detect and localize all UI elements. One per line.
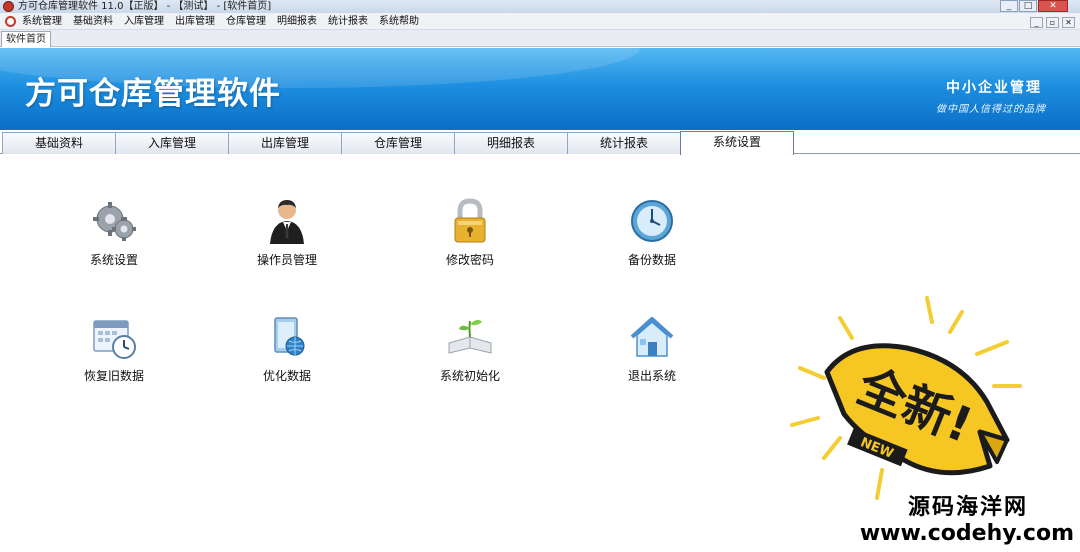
tab-stat-report[interactable]: 统计报表	[567, 132, 681, 154]
app-brand-title: 方可仓库管理软件	[25, 76, 281, 112]
tab-inbound[interactable]: 入库管理	[115, 132, 229, 154]
change-password-button[interactable]: 修改密码	[410, 197, 530, 268]
doc-tab-home[interactable]: 软件首页	[1, 31, 51, 47]
close-button[interactable]: ✕	[1038, 0, 1068, 12]
menu-outbound[interactable]: 出库管理	[175, 13, 215, 30]
menu-bar: 系统管理 基础资料 入库管理 出库管理 仓库管理 明细报表 统计报表 系统帮助	[0, 13, 1080, 30]
tab-warehouse[interactable]: 仓库管理	[341, 132, 455, 154]
mdi-restore-button[interactable]: ▫	[1046, 17, 1059, 28]
window-title: 方可仓库管理软件 11.0【正版】 - 【测试】 - [软件首页]	[18, 1, 272, 12]
menu-detail-report[interactable]: 明细报表	[277, 13, 317, 30]
backup-data-button[interactable]: 备份数据	[592, 197, 712, 268]
document-globe-icon	[274, 317, 305, 356]
banner-sub-slogan: 做中国人信得过的品牌	[936, 104, 1046, 115]
site-watermark: 源码海洋网 www.codehy.com	[860, 489, 1074, 546]
operator-management-button[interactable]: 操作员管理	[227, 197, 347, 268]
minimize-button[interactable]: _	[1000, 0, 1018, 12]
optimize-data-label: 优化数据	[262, 369, 311, 383]
watermark-name: 源码海洋网	[907, 495, 1028, 520]
operator-icon	[270, 200, 304, 244]
menu-system-management[interactable]: 系统管理	[22, 13, 62, 30]
header-banner: 方可仓库管理软件 中小企业管理 做中国人信得过的品牌	[0, 48, 1080, 130]
menu-basic-data[interactable]: 基础资料	[73, 13, 113, 30]
change-password-label: 修改密码	[445, 253, 494, 267]
restore-data-label: 恢复旧数据	[83, 369, 144, 383]
tab-basic-data[interactable]: 基础资料	[2, 132, 116, 154]
backup-data-label: 备份数据	[627, 253, 676, 267]
exit-system-button[interactable]: 退出系统	[592, 313, 712, 384]
menu-warehouse[interactable]: 仓库管理	[226, 13, 266, 30]
system-settings-button[interactable]: 系统设置	[54, 197, 174, 268]
system-init-label: 系统初始化	[439, 369, 500, 383]
maximize-button[interactable]: □	[1019, 0, 1037, 12]
operator-management-label: 操作员管理	[256, 253, 317, 267]
menu-help[interactable]: 系统帮助	[379, 13, 419, 30]
window-titlebar: 方可仓库管理软件 11.0【正版】 - 【测试】 - [软件首页] _ □ ✕	[0, 0, 1080, 13]
module-tabs: 基础资料 入库管理 出库管理 仓库管理 明细报表 统计报表 系统设置	[0, 130, 1080, 155]
tab-system-settings[interactable]: 系统设置	[680, 131, 794, 155]
app-icon	[3, 1, 14, 12]
open-book-sprout-icon	[448, 319, 492, 354]
banner-slogan: 中小企业管理	[946, 80, 1042, 96]
padlock-icon	[454, 198, 486, 243]
menu-stat-report[interactable]: 统计报表	[328, 13, 368, 30]
mdi-close-button[interactable]: ✕	[1062, 17, 1075, 28]
optimize-data-button[interactable]: 优化数据	[227, 313, 347, 384]
menu-items: 系统管理 基础资料 入库管理 出库管理 仓库管理 明细报表 统计报表 系统帮助	[22, 13, 430, 30]
system-init-button[interactable]: 系统初始化	[410, 313, 530, 384]
menu-app-icon	[5, 16, 16, 27]
tab-detail-report[interactable]: 明细报表	[454, 132, 568, 154]
tab-outbound[interactable]: 出库管理	[228, 132, 342, 154]
calendar-clock-icon	[93, 320, 136, 359]
document-tab-row: 软件首页	[0, 30, 1080, 47]
gears-icon	[93, 202, 136, 241]
restore-data-button[interactable]: 恢复旧数据	[54, 313, 174, 384]
menu-inbound[interactable]: 入库管理	[124, 13, 164, 30]
mdi-minimize-button[interactable]: _	[1030, 17, 1043, 28]
watermark-url: www.codehy.com	[859, 521, 1074, 546]
system-settings-label: 系统设置	[89, 253, 138, 267]
clock-icon	[631, 200, 673, 242]
exit-system-label: 退出系统	[627, 369, 676, 383]
house-icon	[630, 317, 674, 357]
